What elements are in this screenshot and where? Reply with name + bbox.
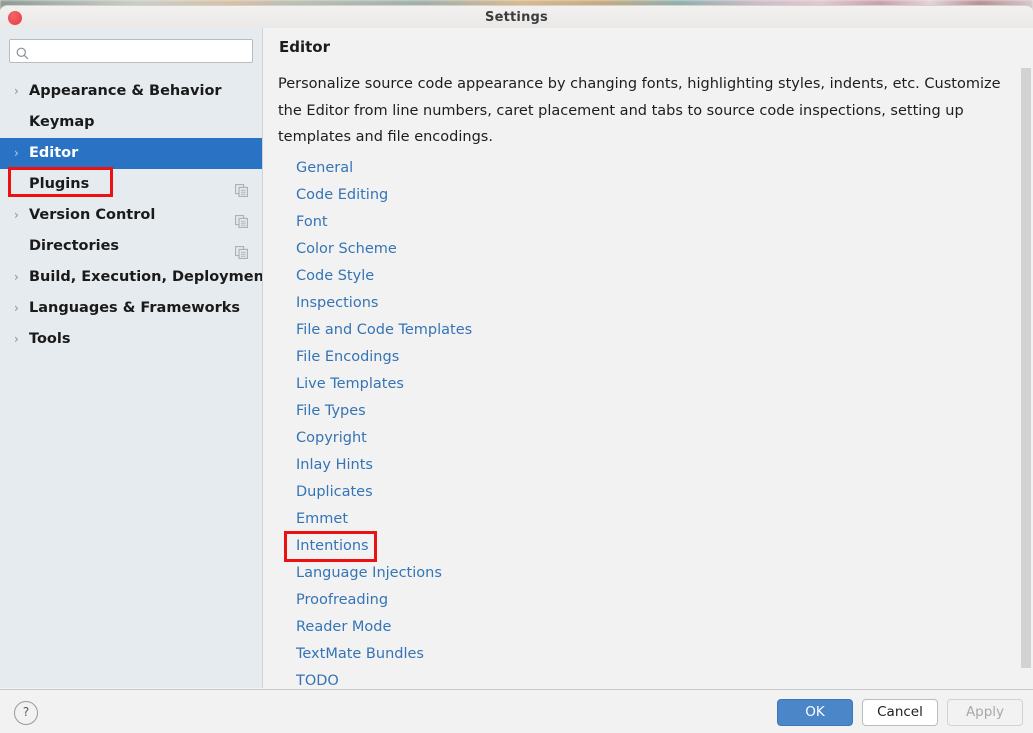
- chevron-right-icon[interactable]: ›: [14, 76, 24, 107]
- dialog-footer: ? OK Cancel Apply https://blog.csdn.net/…: [0, 689, 1033, 733]
- sidebar-item-appearance-behavior[interactable]: › Appearance & Behavior: [0, 76, 262, 107]
- link-label: Font: [296, 214, 328, 230]
- ok-button[interactable]: OK: [777, 699, 853, 726]
- chevron-right-icon[interactable]: ›: [14, 293, 24, 324]
- link-reader-mode[interactable]: Reader Mode: [296, 614, 996, 641]
- link-code-editing[interactable]: Code Editing: [296, 182, 996, 209]
- settings-dialog-window: Settings › Appearance & Behavior Keymap › Ed…: [0, 0, 1033, 733]
- sidebar-item-version-control[interactable]: › Version Control: [0, 200, 262, 231]
- link-file-types[interactable]: File Types: [296, 398, 996, 425]
- page-title: Editor: [279, 38, 330, 56]
- sidebar-item-label: Editor: [29, 145, 79, 161]
- link-label: File and Code Templates: [296, 322, 473, 338]
- link-copyright[interactable]: Copyright: [296, 425, 996, 452]
- link-duplicates[interactable]: Duplicates: [296, 479, 996, 506]
- sidebar-item-directories[interactable]: Directories: [0, 231, 262, 262]
- chevron-right-icon[interactable]: ›: [14, 324, 24, 355]
- chevron-right-icon[interactable]: ›: [14, 200, 24, 231]
- copy-icon[interactable]: [235, 178, 248, 197]
- link-label: Code Style: [296, 268, 375, 284]
- link-general[interactable]: General: [296, 155, 996, 182]
- settings-tree: › Appearance & Behavior Keymap › Editor Plugi…: [0, 76, 262, 355]
- sidebar-item-label: Keymap: [29, 114, 95, 130]
- apply-button[interactable]: Apply: [947, 699, 1023, 726]
- dialog-body: › Appearance & Behavior Keymap › Editor Plugi…: [0, 28, 1033, 733]
- sidebar-item-label: Plugins: [29, 176, 90, 192]
- link-inspections[interactable]: Inspections: [296, 290, 996, 317]
- content-scrollbar-track[interactable]: [1019, 28, 1033, 688]
- link-color-scheme[interactable]: Color Scheme: [296, 236, 996, 263]
- sidebar-item-tools[interactable]: › Tools: [0, 324, 262, 355]
- copy-icon[interactable]: [235, 240, 248, 259]
- page-description: Personalize source code appearance by ch…: [278, 76, 1001, 145]
- link-label: Emmet: [296, 511, 349, 527]
- sidebar-item-languages-frameworks[interactable]: › Languages & Frameworks: [0, 293, 262, 324]
- settings-sidebar: › Appearance & Behavior Keymap › Editor Plugi…: [0, 28, 263, 688]
- link-code-style[interactable]: Code Style: [296, 263, 996, 290]
- sidebar-item-keymap[interactable]: Keymap: [0, 107, 262, 138]
- link-font[interactable]: Font: [296, 209, 996, 236]
- link-todo[interactable]: TODO: [296, 668, 996, 688]
- subpage-link-list: General Code Editing Font Color Scheme Code …: [296, 155, 996, 688]
- copy-icon[interactable]: [235, 209, 248, 228]
- sidebar-item-label: Appearance & Behavior: [29, 83, 222, 99]
- link-label: File Types: [296, 403, 366, 419]
- link-label: Copyright: [296, 430, 367, 446]
- link-label: Inspections: [296, 295, 379, 311]
- sidebar-item-label: Directories: [29, 238, 120, 254]
- link-inlay-hints[interactable]: Inlay Hints: [296, 452, 996, 479]
- sidebar-item-label: Tools: [29, 331, 71, 347]
- link-label: Duplicates: [296, 484, 373, 500]
- content-scrollbar-thumb[interactable]: [1021, 68, 1031, 668]
- link-proofreading[interactable]: Proofreading: [296, 587, 996, 614]
- sidebar-item-label: Languages & Frameworks: [29, 300, 241, 316]
- link-label: Language Injections: [296, 565, 442, 581]
- link-live-templates[interactable]: Live Templates: [296, 371, 996, 398]
- link-file-encodings[interactable]: File Encodings: [296, 344, 996, 371]
- link-intentions[interactable]: Intentions: [296, 533, 996, 560]
- link-label: Proofreading: [296, 592, 389, 608]
- link-label: Inlay Hints: [296, 457, 373, 473]
- cancel-button[interactable]: Cancel: [862, 699, 938, 726]
- chevron-right-icon[interactable]: ›: [14, 262, 24, 293]
- search-input[interactable]: [34, 40, 252, 64]
- title-bar: Settings: [0, 5, 1033, 29]
- link-language-injections[interactable]: Language Injections: [296, 560, 996, 587]
- help-icon[interactable]: ?: [14, 701, 38, 725]
- link-label: Code Editing: [296, 187, 389, 203]
- search-icon: [16, 45, 29, 60]
- link-label: TODO: [296, 673, 339, 688]
- link-label: General: [296, 160, 354, 176]
- sidebar-item-label: Build, Execution, Deployment: [29, 269, 263, 285]
- sidebar-item-plugins[interactable]: Plugins: [0, 169, 262, 200]
- window-title: Settings: [485, 10, 548, 25]
- link-label: Color Scheme: [296, 241, 397, 257]
- chevron-right-icon[interactable]: ›: [14, 138, 24, 169]
- link-label: Intentions: [296, 538, 369, 554]
- link-textmate-bundles[interactable]: TextMate Bundles: [296, 641, 996, 668]
- link-label: File Encodings: [296, 349, 400, 365]
- sidebar-item-build-execution-deployment[interactable]: › Build, Execution, Deployment: [0, 262, 262, 293]
- main-content-panel: Editor Personalize source code appearanc…: [263, 28, 1033, 688]
- link-label: Live Templates: [296, 376, 404, 392]
- search-field-wrapper[interactable]: [9, 39, 253, 64]
- link-file-and-code-templates[interactable]: File and Code Templates: [296, 317, 996, 344]
- link-emmet[interactable]: Emmet: [296, 506, 996, 533]
- sidebar-item-label: Version Control: [29, 207, 156, 223]
- link-label: TextMate Bundles: [296, 646, 424, 662]
- sidebar-item-editor[interactable]: › Editor: [0, 138, 262, 169]
- link-label: Reader Mode: [296, 619, 392, 635]
